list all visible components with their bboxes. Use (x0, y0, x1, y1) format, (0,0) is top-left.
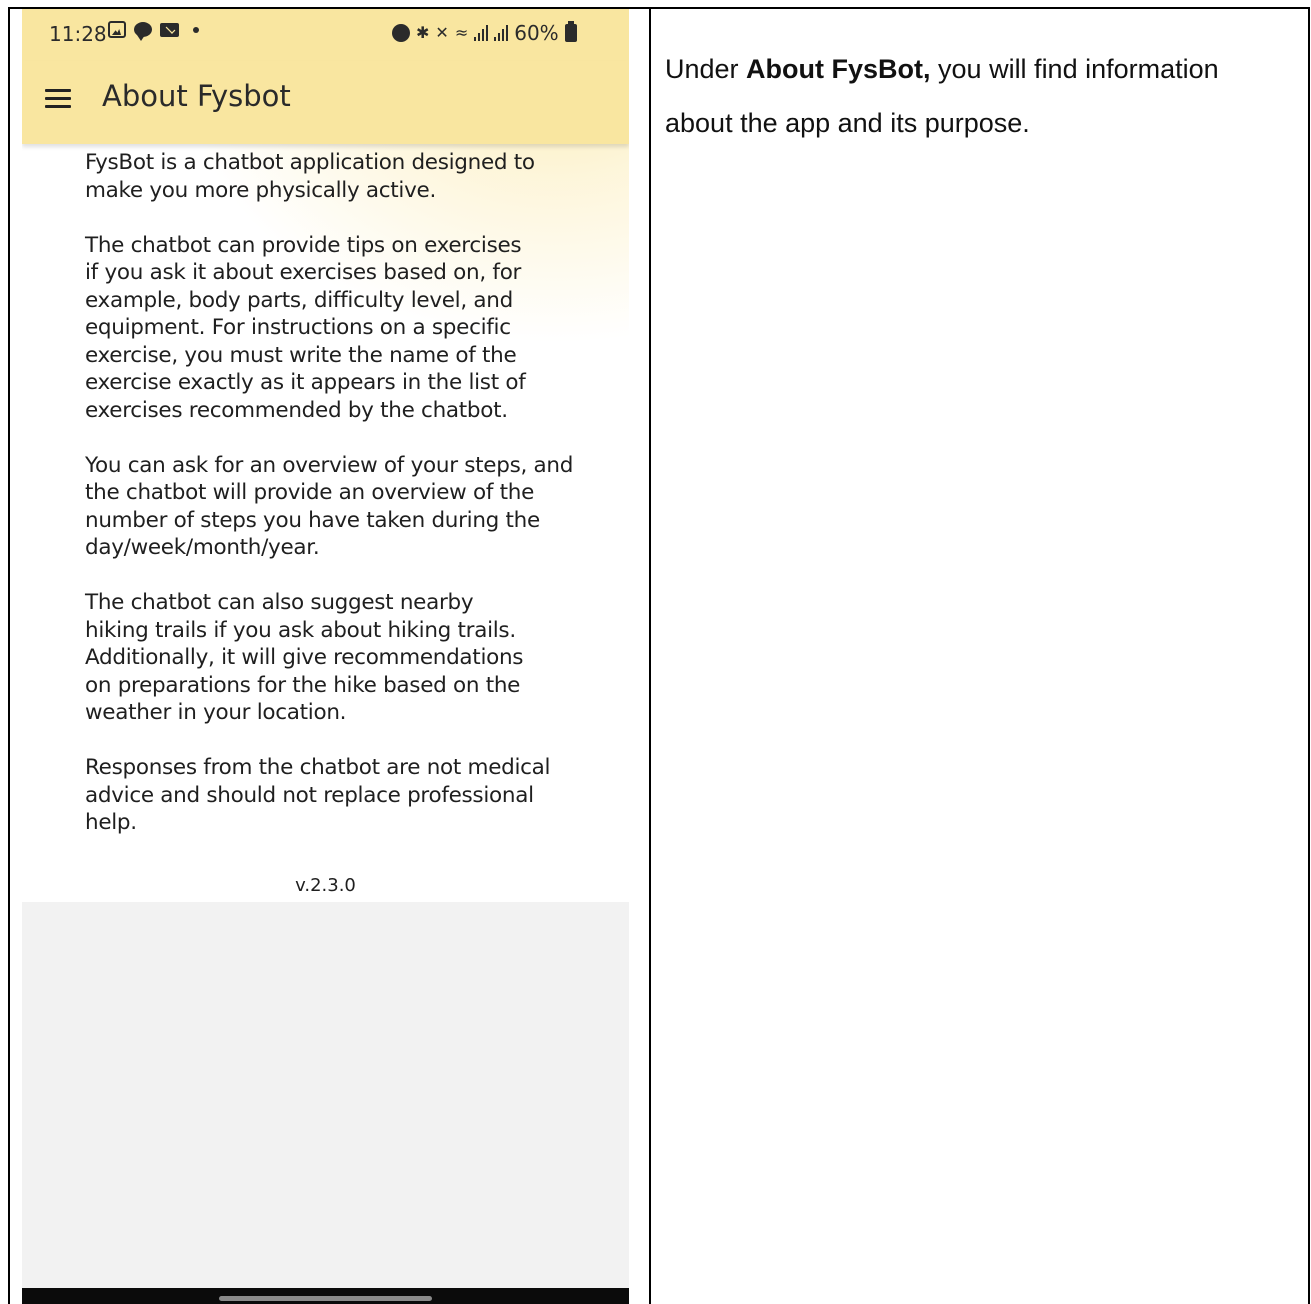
battery-icon (564, 21, 577, 42)
navigation-bar (22, 1288, 629, 1304)
page-title: About Fysbot (102, 79, 291, 113)
phone-screenshot: 11:28 ✱ ✕ ≈ 60% About Fysbot FysBot is a… (22, 9, 629, 1304)
wifi-icon: ≈ (454, 23, 469, 42)
about-paragraph: The chatbot can also suggest nearby hiki… (85, 590, 524, 725)
table-border-middle (649, 7, 651, 1304)
description-bold: About FysBot, (746, 54, 931, 84)
signal-icon-2 (494, 25, 509, 41)
home-handle[interactable] (219, 1296, 432, 1301)
menu-icon[interactable] (45, 89, 73, 109)
table-border-right (1308, 7, 1310, 1304)
alarm-icon (392, 24, 410, 42)
signal-icon (474, 25, 489, 41)
empty-area (22, 902, 629, 1288)
more-notifications-icon (193, 26, 199, 33)
about-paragraph: The chatbot can provide tips on exercise… (85, 232, 526, 423)
gallery-icon (108, 21, 126, 38)
mute-icon: ✕ (435, 23, 449, 42)
about-paragraph: FysBot is a chatbot application designed… (85, 150, 535, 203)
description-prefix: Under (665, 54, 747, 84)
chat-icon (134, 22, 152, 41)
battery-percent: 60% (514, 21, 559, 45)
version-label: v.2.3.0 (295, 875, 356, 896)
notification-icons (108, 21, 199, 41)
about-content: FysBot is a chatbot application designed… (85, 149, 585, 864)
description-text: Under About FysBot, you will find inform… (665, 42, 1285, 150)
about-paragraph: You can ask for an overview of your step… (85, 452, 574, 561)
mail-icon (160, 22, 179, 37)
system-icons: ✱ ✕ ≈ 60% (392, 21, 577, 45)
status-time: 11:28 (49, 22, 107, 46)
app-bar: About Fysbot (22, 61, 629, 144)
about-paragraph: Responses from the chatbot are not medic… (85, 755, 551, 835)
status-bar: 11:28 ✱ ✕ ≈ 60% (22, 9, 629, 61)
table-border-left (8, 7, 10, 1304)
bluetooth-icon: ✱ (416, 23, 430, 42)
